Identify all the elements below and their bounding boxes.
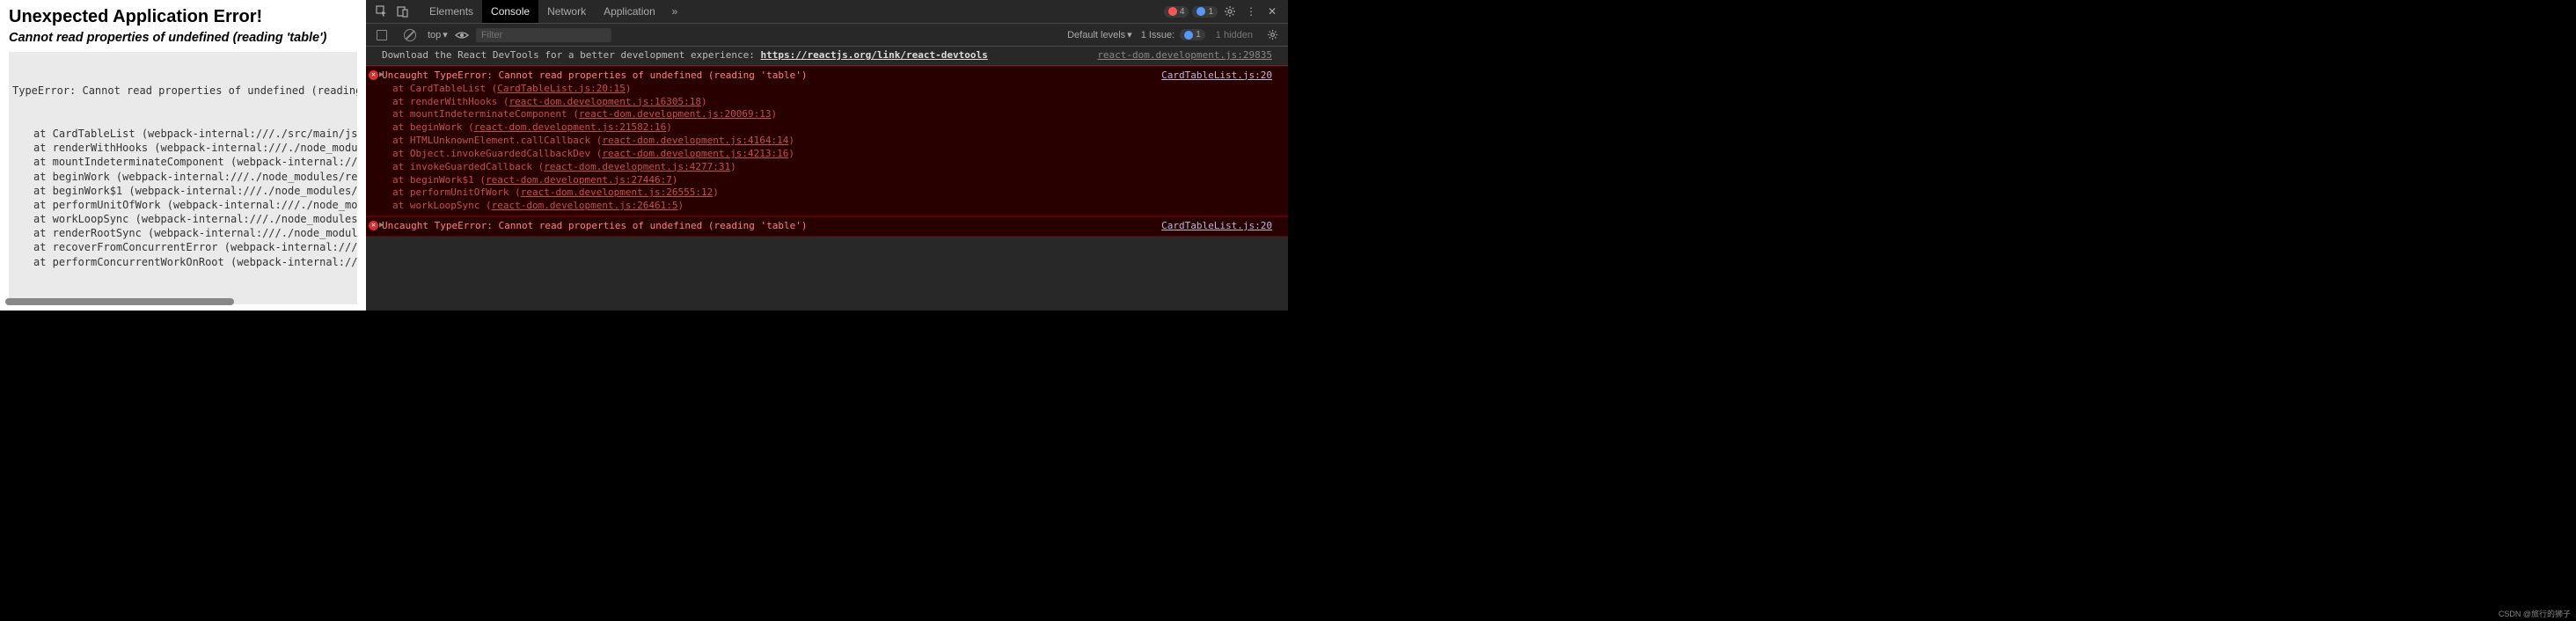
stack-frame: at beginWork (webpack-internal:///./node… — [12, 170, 354, 184]
tab-console[interactable]: Console — [482, 0, 538, 23]
console-body: react-dom.development.js:29835 Download … — [366, 47, 1288, 310]
close-icon[interactable]: ✕ — [1262, 5, 1283, 18]
clear-console-icon[interactable] — [399, 29, 421, 41]
error-stack-frames: at CardTableList (CardTableList.js:20:15… — [382, 83, 1272, 213]
caret-icon[interactable]: ▶ — [379, 69, 384, 80]
chevron-down-icon: ▾ — [443, 29, 448, 40]
device-toolbar-icon[interactable] — [392, 5, 413, 18]
stack-frame: at performUnitOfWork (webpack-internal:/… — [12, 198, 354, 212]
stack-header: TypeError: Cannot read properties of und… — [12, 84, 354, 98]
tab-network[interactable]: Network — [538, 0, 595, 23]
tab-elements[interactable]: Elements — [421, 0, 482, 23]
stack-frame: at performUnitOfWork (react-dom.developm… — [382, 186, 1272, 200]
stack-frame: at mountIndeterminateComponent (react-do… — [382, 108, 1272, 121]
devtools-tab-bar: Elements Console Network Application » 4… — [366, 0, 1288, 24]
console-settings-icon[interactable] — [1262, 29, 1283, 40]
context-dropdown[interactable]: top ▾ — [428, 29, 448, 40]
filter-input[interactable] — [476, 28, 611, 42]
log-error-row: ✕ ▶ CardTableList.js:20 Uncaught TypeErr… — [366, 66, 1288, 216]
error-icon: ✕ — [369, 221, 378, 230]
info-badge[interactable]: 1 — [1192, 6, 1218, 18]
chevron-down-icon: ▾ — [1127, 29, 1132, 40]
stack-frame: at mountIndeterminateComponent (webpack-… — [12, 155, 354, 169]
error-message: Uncaught TypeError: Cannot read properti… — [382, 69, 807, 81]
stop-icon[interactable] — [371, 30, 392, 40]
stack-frame: at CardTableList (webpack-internal:///./… — [12, 127, 354, 141]
stack-frame: at renderWithHooks (react-dom.developmen… — [382, 96, 1272, 109]
tab-application[interactable]: Application — [595, 0, 664, 23]
stack-frames: at CardTableList (webpack-internal:///./… — [12, 127, 354, 269]
inspect-icon[interactable] — [371, 5, 392, 18]
stack-frame: at recoverFromConcurrentError (webpack-i… — [12, 240, 354, 254]
console-toolbar: top ▾ Default levels ▾ 1 Issue: 1 1 hidd… — [366, 24, 1288, 47]
source-link[interactable]: CardTableList.js:20 — [1161, 69, 1272, 83]
live-expression-icon[interactable] — [455, 30, 469, 40]
settings-icon[interactable] — [1219, 5, 1240, 18]
stack-frame: at CardTableList (CardTableList.js:20:15… — [382, 83, 1272, 96]
stack-frame: at Object.invokeGuardedCallbackDev (reac… — [382, 148, 1272, 161]
kebab-icon[interactable]: ⋮ — [1240, 5, 1262, 18]
stack-frame: at HTMLUnknownElement.callCallback (reac… — [382, 135, 1272, 148]
stack-frame: at beginWork$1 (react-dom.development.js… — [382, 174, 1272, 187]
error-subtitle: Cannot read properties of undefined (rea… — [9, 31, 357, 45]
log-error-row: ✕ ▶ CardTableList.js:20 Uncaught TypeErr… — [366, 216, 1288, 237]
stack-frame: at invokeGuardedCallback (react-dom.deve… — [382, 161, 1272, 174]
watermark: CSDN @旅行的狮子 — [2499, 608, 2571, 619]
caret-icon[interactable]: ▶ — [379, 220, 384, 230]
hidden-count: 1 hidden — [1216, 30, 1253, 40]
source-link[interactable]: CardTableList.js:20 — [1161, 220, 1272, 233]
issues-button[interactable]: 1 Issue: 1 — [1141, 29, 1207, 40]
levels-dropdown[interactable]: Default levels ▾ — [1067, 29, 1132, 40]
stack-frame: at beginWork$1 (webpack-internal:///./no… — [12, 184, 354, 198]
error-message: Uncaught TypeError: Cannot read properti… — [382, 220, 807, 231]
source-link[interactable]: react-dom.development.js:29835 — [1097, 49, 1272, 62]
stack-frame: at performConcurrentWorkOnRoot (webpack-… — [12, 255, 354, 269]
stack-frame: at renderRootSync (webpack-internal:///.… — [12, 226, 354, 240]
error-badge[interactable]: 4 — [1164, 6, 1189, 18]
stack-frame: at beginWork (react-dom.development.js:2… — [382, 121, 1272, 135]
error-page: Unexpected Application Error! Cannot rea… — [0, 0, 366, 310]
log-info-row: react-dom.development.js:29835 Download … — [366, 47, 1288, 66]
horizontal-scrollbar[interactable] — [5, 298, 234, 305]
stack-frame: at renderWithHooks (webpack-internal:///… — [12, 141, 354, 155]
devtools-panel: Elements Console Network Application » 4… — [366, 0, 1288, 310]
error-icon: ✕ — [369, 70, 378, 80]
stack-frame: at workLoopSync (webpack-internal:///./n… — [12, 212, 354, 226]
stack-frame: at workLoopSync (react-dom.development.j… — [382, 200, 1272, 213]
error-title: Unexpected Application Error! — [9, 7, 357, 27]
more-tabs-icon[interactable]: » — [664, 5, 685, 18]
error-stack: TypeError: Cannot read properties of und… — [9, 52, 357, 304]
react-devtools-link[interactable]: https://reactjs.org/link/react-devtools — [760, 49, 987, 61]
